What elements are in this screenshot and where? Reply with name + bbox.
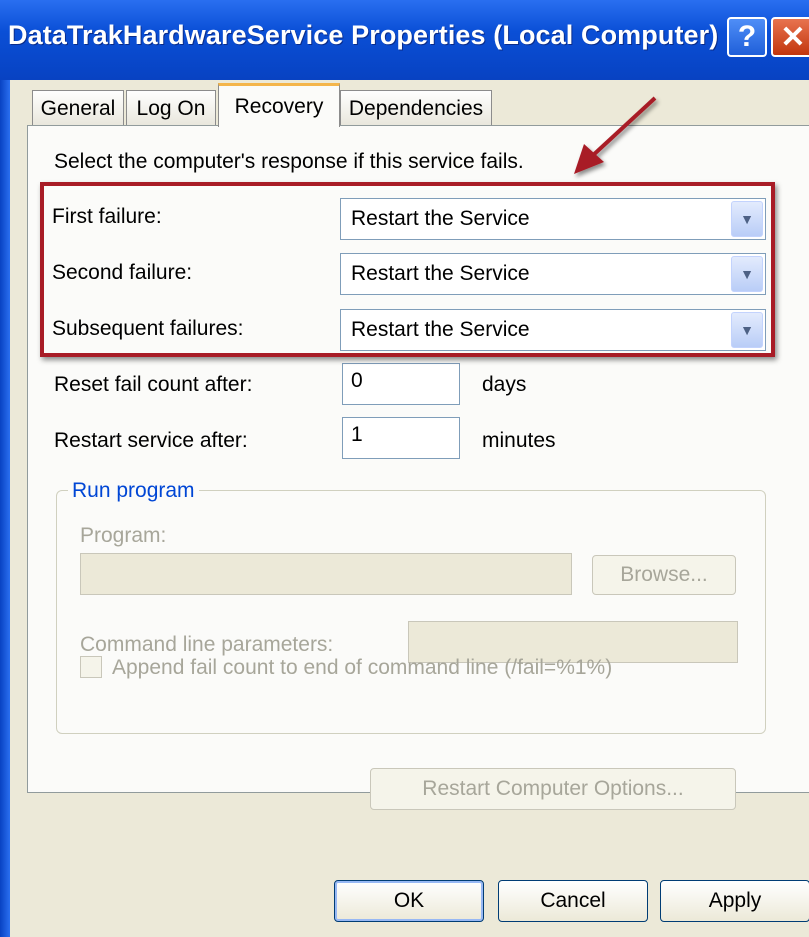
- run-program-group-label: Run program: [68, 479, 199, 503]
- command-line-params-label: Command line parameters:: [80, 633, 334, 656]
- close-icon: ✕: [780, 20, 806, 54]
- restart-service-label: Restart service after:: [54, 429, 248, 452]
- append-fail-count-label: Append fail count to end of command line…: [112, 656, 613, 679]
- restart-unit-label: minutes: [482, 429, 556, 452]
- tab-log-on[interactable]: Log On: [126, 90, 216, 126]
- cancel-button[interactable]: Cancel: [498, 880, 648, 922]
- append-fail-count-checkbox[interactable]: [80, 656, 102, 678]
- program-input[interactable]: [80, 553, 572, 595]
- reset-unit-label: days: [482, 373, 527, 396]
- recovery-intro: Select the computer's response if this s…: [54, 150, 524, 173]
- window-title: DataTrakHardwareService Properties (Loca…: [8, 20, 719, 50]
- help-button[interactable]: ?: [727, 17, 767, 57]
- tab-general[interactable]: General: [32, 90, 124, 126]
- reset-fail-count-input[interactable]: 0: [342, 363, 460, 405]
- question-icon: ?: [737, 20, 757, 53]
- program-label: Program:: [80, 524, 167, 547]
- browse-button[interactable]: Browse...: [592, 555, 736, 595]
- restart-service-input[interactable]: 1: [342, 417, 460, 459]
- apply-button[interactable]: Apply: [660, 880, 809, 922]
- reset-fail-count-label: Reset fail count after:: [54, 373, 253, 396]
- title-bar: DataTrakHardwareService Properties (Loca…: [0, 0, 809, 80]
- close-button[interactable]: ✕: [771, 17, 809, 57]
- ok-button[interactable]: OK: [334, 880, 484, 922]
- highlight-box: [40, 182, 775, 357]
- window-frame-left: [0, 80, 10, 937]
- restart-computer-options-button[interactable]: Restart Computer Options...: [370, 768, 736, 810]
- callout-arrow-icon: [574, 96, 657, 174]
- tab-recovery[interactable]: Recovery: [218, 83, 340, 127]
- tab-dependencies[interactable]: Dependencies: [340, 90, 492, 126]
